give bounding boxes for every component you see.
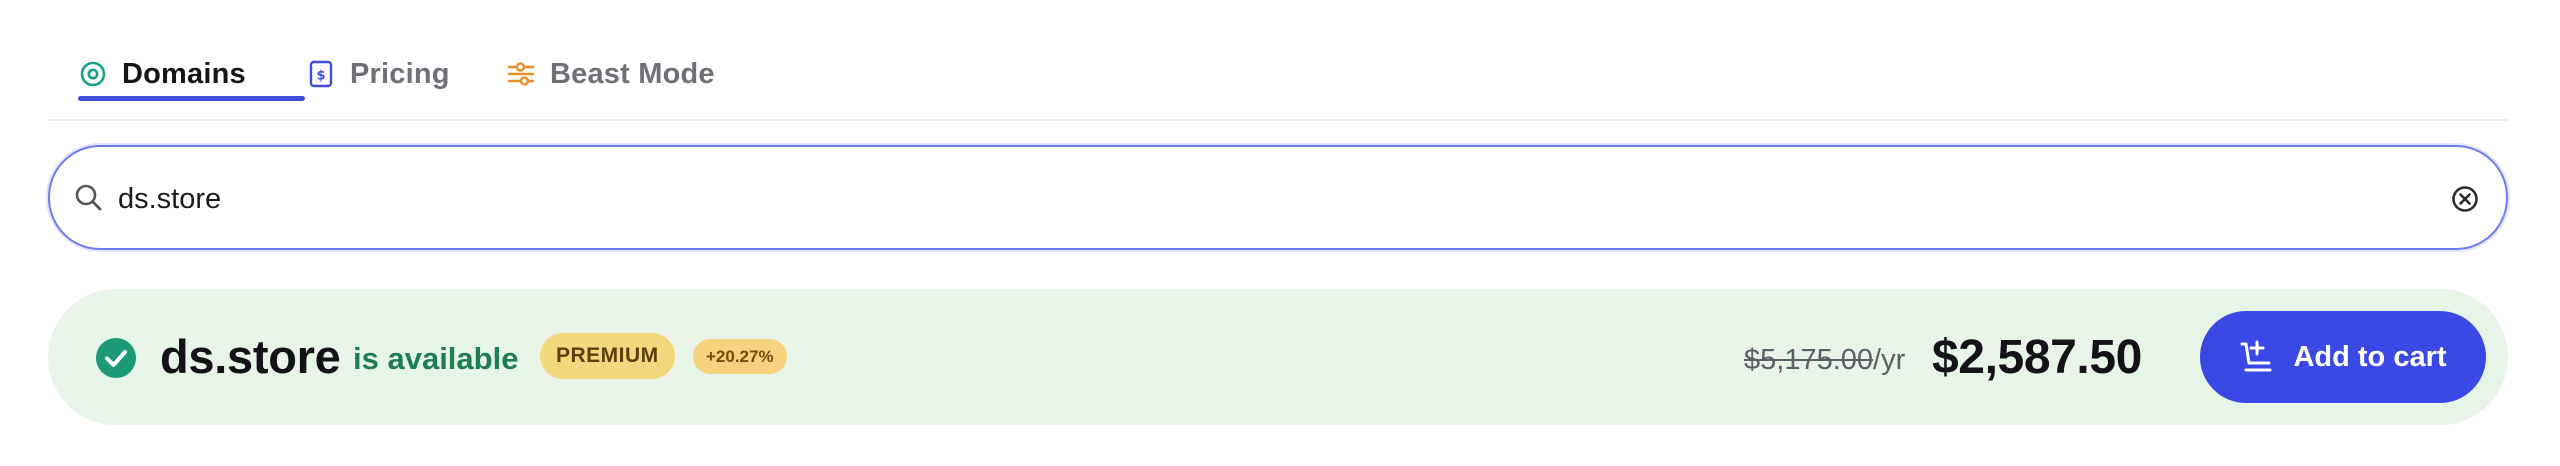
clear-circle-icon xyxy=(2452,186,2478,212)
add-to-cart-icon xyxy=(2239,339,2275,375)
sale-price: $2,587.50 xyxy=(1932,331,2142,384)
original-price-period: /yr xyxy=(1873,344,1906,376)
domain-result-card: ds.store is available PREMIUM +20.27% $5… xyxy=(48,289,2508,425)
add-to-cart-label: Add to cart xyxy=(2293,340,2447,373)
tab-domains-label: Domains xyxy=(122,57,246,90)
result-domain-name: ds.store xyxy=(160,330,341,383)
clear-search-button[interactable] xyxy=(2448,182,2482,216)
original-price-amount: $5,175.00 xyxy=(1744,344,1874,376)
original-price: $5,175.00/yr xyxy=(1744,344,1905,377)
price-change-badge: +20.27% xyxy=(693,339,787,374)
sliders-icon xyxy=(506,59,536,89)
availability-status: is available xyxy=(353,341,519,376)
tab-bar: Domains $ Pricing Beast Mode xyxy=(48,0,2508,121)
tab-beast-mode-label: Beast Mode xyxy=(550,57,715,90)
tab-domains[interactable]: Domains xyxy=(78,50,305,101)
price-tag-icon: $ xyxy=(306,59,336,89)
add-to-cart-button[interactable]: Add to cart xyxy=(2200,311,2486,403)
svg-text:$: $ xyxy=(316,69,325,84)
premium-badge: PREMIUM xyxy=(540,333,675,379)
domain-search-box xyxy=(48,145,2508,250)
target-icon xyxy=(78,59,108,89)
tab-pricing-label: Pricing xyxy=(350,57,450,90)
domain-search-input[interactable] xyxy=(118,175,2418,223)
search-icon xyxy=(72,181,106,215)
tab-pricing[interactable]: $ Pricing xyxy=(306,50,450,98)
tab-beast-mode[interactable]: Beast Mode xyxy=(506,50,715,98)
check-circle-icon xyxy=(96,338,136,378)
active-tab-indicator xyxy=(78,96,305,101)
